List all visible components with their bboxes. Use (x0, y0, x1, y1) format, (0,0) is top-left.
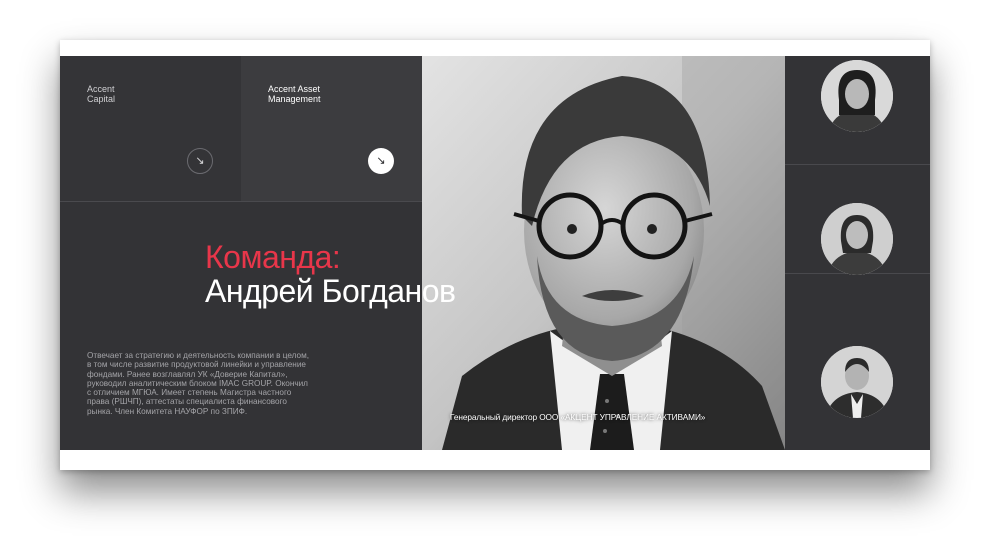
team-member-avatar[interactable] (821, 60, 893, 132)
arrow-down-right-icon[interactable]: ↘ (368, 148, 394, 174)
tab-label: Accent Asset Management (268, 84, 321, 104)
tab-accent-asset-management[interactable]: Accent Asset Management ↘ (241, 56, 422, 201)
woman-portrait-icon (821, 60, 893, 132)
title-person-name: Андрей Богданов (205, 273, 456, 309)
team-member-3[interactable] (785, 274, 930, 418)
main-portrait: Генеральный директор ООО «АКЦЕНТ УПРАВЛЕ… (422, 56, 785, 450)
team-member-avatar[interactable] (821, 346, 893, 418)
title-accent: Команда: (205, 239, 341, 275)
tab-accent-capital[interactable]: Accent Capital ↘ (60, 56, 241, 201)
man-portrait-icon (821, 346, 893, 418)
team-slide: Accent Capital ↘ Accent Asset Management… (60, 56, 930, 450)
tab-label: Accent Capital (87, 84, 116, 104)
team-member-1[interactable] (785, 56, 930, 165)
tab-divider (60, 201, 422, 202)
arrow-down-right-icon[interactable]: ↘ (187, 148, 213, 174)
person-bio: Отвечает за стратегию и деятельность ком… (87, 351, 309, 416)
team-member-avatar[interactable] (821, 203, 893, 275)
team-list (785, 56, 930, 450)
page-title: Команда: Андрей Богданов (205, 240, 456, 308)
woman-portrait-icon (821, 203, 893, 275)
team-member-2[interactable] (785, 165, 930, 275)
portrait-caption: Генеральный директор ООО «АКЦЕНТ УПРАВЛЕ… (450, 412, 706, 422)
man-portrait-icon (422, 56, 785, 450)
